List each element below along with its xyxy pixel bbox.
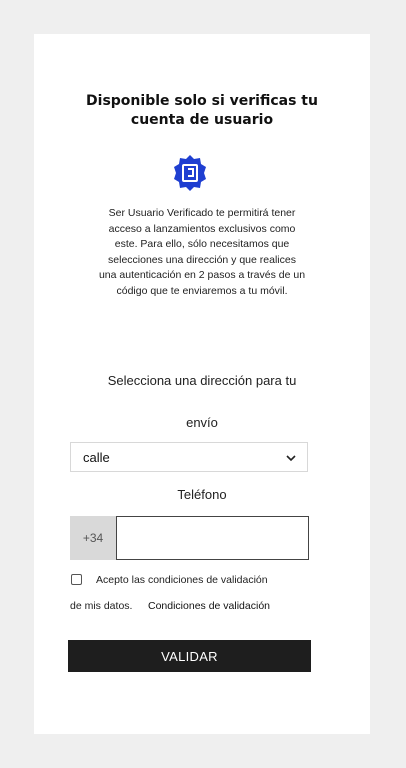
consent-text-line-1: Acepto las condiciones de validación: [96, 574, 268, 586]
description-line: Ser Usuario Verificado te permitirá tene…: [108, 207, 296, 219]
description-line: selecciones una dirección y que realices: [108, 253, 296, 266]
address-label-line-2: envío: [186, 415, 218, 430]
address-select[interactable]: calle: [70, 442, 308, 472]
address-select-value: calle: [83, 450, 110, 465]
modal-title-line-1: Disponible solo si verificas tu: [86, 93, 318, 109]
description-line: una autenticación en 2 pasos a través de…: [98, 269, 306, 282]
verification-description: Ser Usuario Verificado te permitirá tene…: [64, 206, 340, 300]
verification-modal: Disponible solo si verificas tu cuenta d…: [34, 34, 370, 734]
phone-label: Teléfono: [177, 487, 227, 502]
modal-title: Disponible solo si verificas tu cuenta d…: [34, 92, 370, 130]
address-label-line-1: Selecciona una dirección para tu: [107, 373, 297, 388]
consent-checkbox[interactable]: [71, 574, 82, 585]
modal-title-line-2: cuenta de usuario: [130, 112, 274, 128]
chevron-down-icon: [286, 455, 296, 462]
consent-text-line-2: de mis datos.: [70, 600, 133, 612]
phone-prefix: +34: [70, 516, 116, 560]
validation-conditions-link[interactable]: Condiciones de validación: [148, 600, 270, 612]
validate-button[interactable]: VALIDAR: [68, 640, 311, 672]
description-line: este. Para ello, sólo necesitamos que: [114, 238, 290, 251]
description-line: código que te enviaremos a tu móvil.: [116, 284, 288, 297]
description-line: acceso a lanzamientos exclusivos como: [108, 222, 296, 235]
phone-input[interactable]: [116, 516, 309, 560]
verified-user-badge-icon: [174, 155, 206, 191]
